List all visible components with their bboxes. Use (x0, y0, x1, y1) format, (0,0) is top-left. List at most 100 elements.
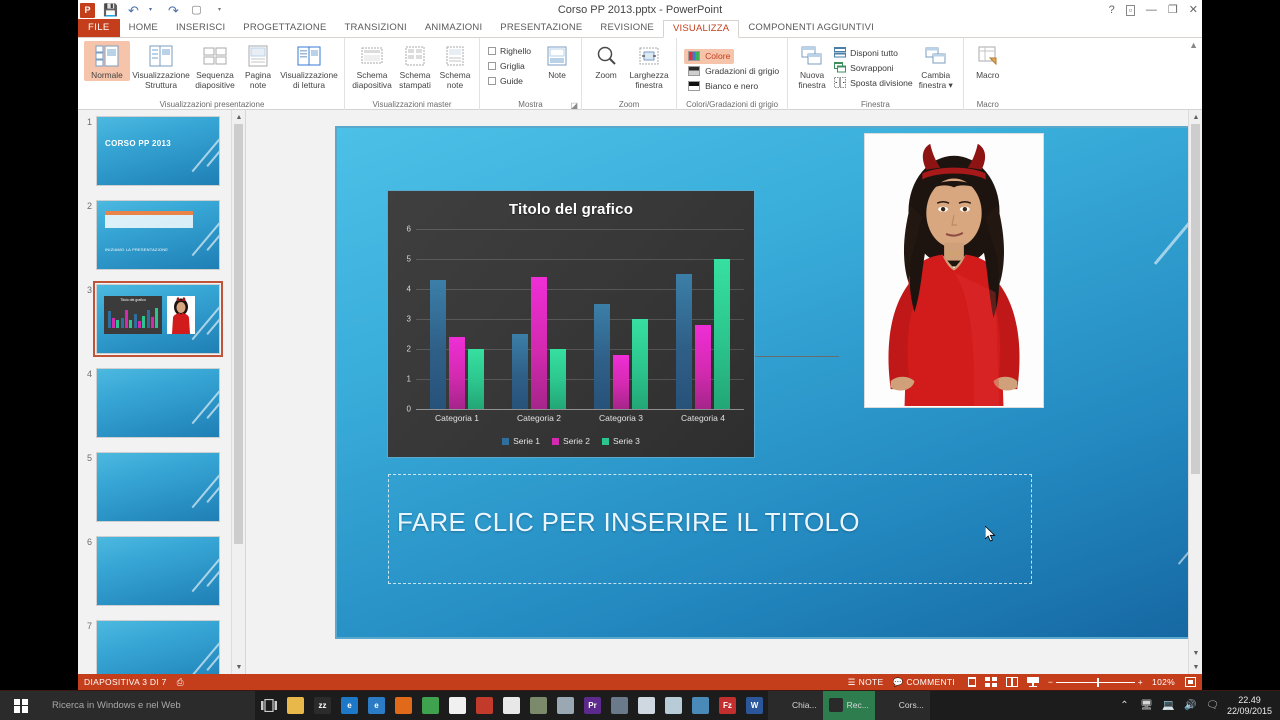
button-sequenza-diapositive[interactable]: Sequenza diapositive (192, 41, 238, 90)
checkbox-righello[interactable]: Righello (488, 44, 531, 58)
button-nuova-finestra[interactable]: Nuova finestra (792, 41, 832, 90)
zoom-handle[interactable] (1097, 677, 1100, 687)
button-visualizzazione-lettura[interactable]: Visualizzazione di lettura (278, 41, 340, 90)
thumbnail-row[interactable]: 4 (78, 368, 231, 438)
notes-button[interactable]: ☰ NOTE (848, 677, 884, 688)
scroll-up-icon[interactable]: ▲ (1189, 110, 1202, 124)
tab-transizioni[interactable]: TRANSIZIONI (335, 19, 415, 37)
taskbar-window-cors[interactable]: Cors... (874, 690, 930, 720)
chart-bar[interactable] (695, 325, 711, 409)
slide-canvas[interactable]: Titolo del grafico 0123456 Categoria 1 Ca… (335, 126, 1202, 639)
help-icon[interactable]: ? (1109, 4, 1115, 16)
zoom-in-icon[interactable]: + (1138, 677, 1143, 687)
file-explorer-icon[interactable] (282, 691, 309, 720)
button-sposta-divisione[interactable]: Sposta divisione (834, 75, 913, 90)
chart-legend-item[interactable]: Serie 1 (502, 436, 540, 446)
title-placeholder[interactable]: FARE CLIC PER INSERIRE IL TITOLO (388, 474, 1032, 584)
thumbnail-slide-2[interactable]: INIZIAMO LA PRESENTAZIONE (96, 200, 220, 270)
display-icon[interactable]: 🖥 (1139, 698, 1154, 713)
image-woman-devil[interactable] (864, 133, 1044, 408)
button-larghezza-finestra[interactable]: Larghezza finestra (626, 41, 672, 90)
option-colore[interactable]: Colore (684, 48, 735, 64)
internet-explorer-icon[interactable]: e (363, 691, 390, 720)
language-icon[interactable]: ⎙ (177, 677, 184, 688)
comments-button[interactable]: 💬 COMMENTI (892, 677, 955, 688)
media-icon[interactable] (552, 691, 579, 720)
volume-icon[interactable]: 🔊 (1183, 698, 1198, 713)
ribbon-options-icon[interactable]: ▫ (1125, 4, 1135, 16)
audacity-icon[interactable] (606, 691, 633, 720)
tab-animazioni[interactable]: ANIMAZIONI (416, 19, 491, 37)
button-schema-stampati[interactable]: Schema stampati (395, 41, 435, 90)
chrome-icon[interactable] (417, 691, 444, 720)
zoom-slider[interactable]: − + (1048, 677, 1143, 687)
calculator-icon[interactable] (498, 691, 525, 720)
zoom-out-icon[interactable]: − (1048, 677, 1053, 687)
clock[interactable]: 22.49 22/09/2015 (1227, 695, 1274, 717)
filezilla-icon[interactable]: Fz (714, 691, 741, 720)
view-slideshow-icon[interactable] (1027, 677, 1040, 688)
scroll-up-icon[interactable]: ▲ (232, 110, 245, 124)
button-pagina-note[interactable]: Pagina note (238, 41, 278, 90)
button-cambia-finestra[interactable]: Cambia finestra ▾ (913, 41, 959, 90)
taskbar-window-chia[interactable]: Chia... (768, 690, 823, 720)
premiere-icon[interactable]: Pr (579, 691, 606, 720)
chart-bar[interactable] (430, 280, 446, 409)
edge-icon[interactable]: e (336, 691, 363, 720)
windows-start-icon[interactable] (0, 690, 42, 720)
scroll-down-icon[interactable]: ▼ (232, 660, 245, 674)
chart-bar[interactable] (531, 277, 547, 409)
tab-inserisci[interactable]: INSERISCI (167, 19, 234, 37)
checkbox-griglia[interactable]: Griglia (488, 59, 531, 73)
dialog-launcher-icon[interactable]: ◪ (571, 101, 579, 110)
thumbnail-slide-4[interactable] (96, 368, 220, 438)
tab-revisione[interactable]: REVISIONE (591, 19, 663, 37)
view-normal-icon[interactable] (964, 677, 977, 688)
firefox-icon[interactable] (390, 691, 417, 720)
thumbnail-row[interactable]: 1 CORSO PP 2013 (78, 116, 231, 186)
slide-indicator[interactable]: DIAPOSITIVA 3 DI 7 (84, 677, 167, 687)
photos-icon[interactable] (633, 691, 660, 720)
thumbnail-slide-6[interactable] (96, 536, 220, 606)
chart-bar[interactable] (594, 304, 610, 409)
button-schema-note[interactable]: Schema note (435, 41, 475, 90)
tab-componenti-aggiuntivi[interactable]: COMPONENTI AGGIUNTIVI (739, 19, 883, 37)
notepad-icon[interactable] (660, 691, 687, 720)
store-icon[interactable] (444, 691, 471, 720)
option-gradazioni-di-grigio[interactable]: Gradazioni di grigio (684, 64, 783, 79)
button-note[interactable]: Note (537, 41, 577, 81)
tab-visualizza[interactable]: VISUALIZZA (662, 20, 740, 38)
chart-bar[interactable] (676, 274, 692, 409)
zoom-level[interactable]: 102% (1152, 677, 1175, 687)
chart-bar[interactable] (632, 319, 648, 409)
settings-icon[interactable] (525, 691, 552, 720)
scrollbar-thumb[interactable] (1191, 124, 1200, 474)
chart-bar[interactable] (512, 334, 528, 409)
chart-bar[interactable] (468, 349, 484, 409)
expand-tray-icon[interactable]: ⌃ (1117, 698, 1132, 713)
thumbnail-slide-1[interactable]: CORSO PP 2013 (96, 116, 220, 186)
thumbnail-slide-7[interactable] (96, 620, 220, 674)
tab-presentazione[interactable]: PRESENTAZIONE (491, 19, 591, 37)
restore-icon[interactable]: ❐ (1168, 4, 1178, 16)
thumbnail-row[interactable]: 2 INIZIAMO LA PRESENTAZIONE (78, 200, 231, 270)
action-center-icon[interactable]: 🗨 (1205, 698, 1220, 713)
chart-legend-item[interactable]: Serie 2 (552, 436, 590, 446)
button-macro[interactable]: Macro (968, 41, 1008, 81)
taskbar-window-rec[interactable]: Rec... (822, 690, 875, 720)
chart-bar[interactable] (613, 355, 629, 409)
zoom-track[interactable] (1056, 677, 1135, 687)
undo-dropdown-icon[interactable]: ▾ (143, 3, 158, 18)
chart-object[interactable]: Titolo del grafico 0123456 Categoria 1 Ca… (387, 190, 755, 458)
task-view-icon[interactable] (255, 691, 282, 720)
thumbnail-slide-5[interactable] (96, 452, 220, 522)
button-schema-diapositiva[interactable]: Schema diapositiva (349, 41, 395, 90)
scrollbar-thumb[interactable] (234, 124, 243, 544)
fit-slide-icon[interactable] (1184, 677, 1196, 688)
undo-icon[interactable]: ↶ (126, 3, 141, 18)
thumbnail-slide-3[interactable]: Titolo del grafico (93, 281, 223, 357)
chart-bar[interactable] (714, 259, 730, 409)
tab-progettazione[interactable]: PROGETTAZIONE (234, 19, 335, 37)
paint-icon[interactable] (471, 691, 498, 720)
zz-app-icon[interactable]: zz (309, 691, 336, 720)
